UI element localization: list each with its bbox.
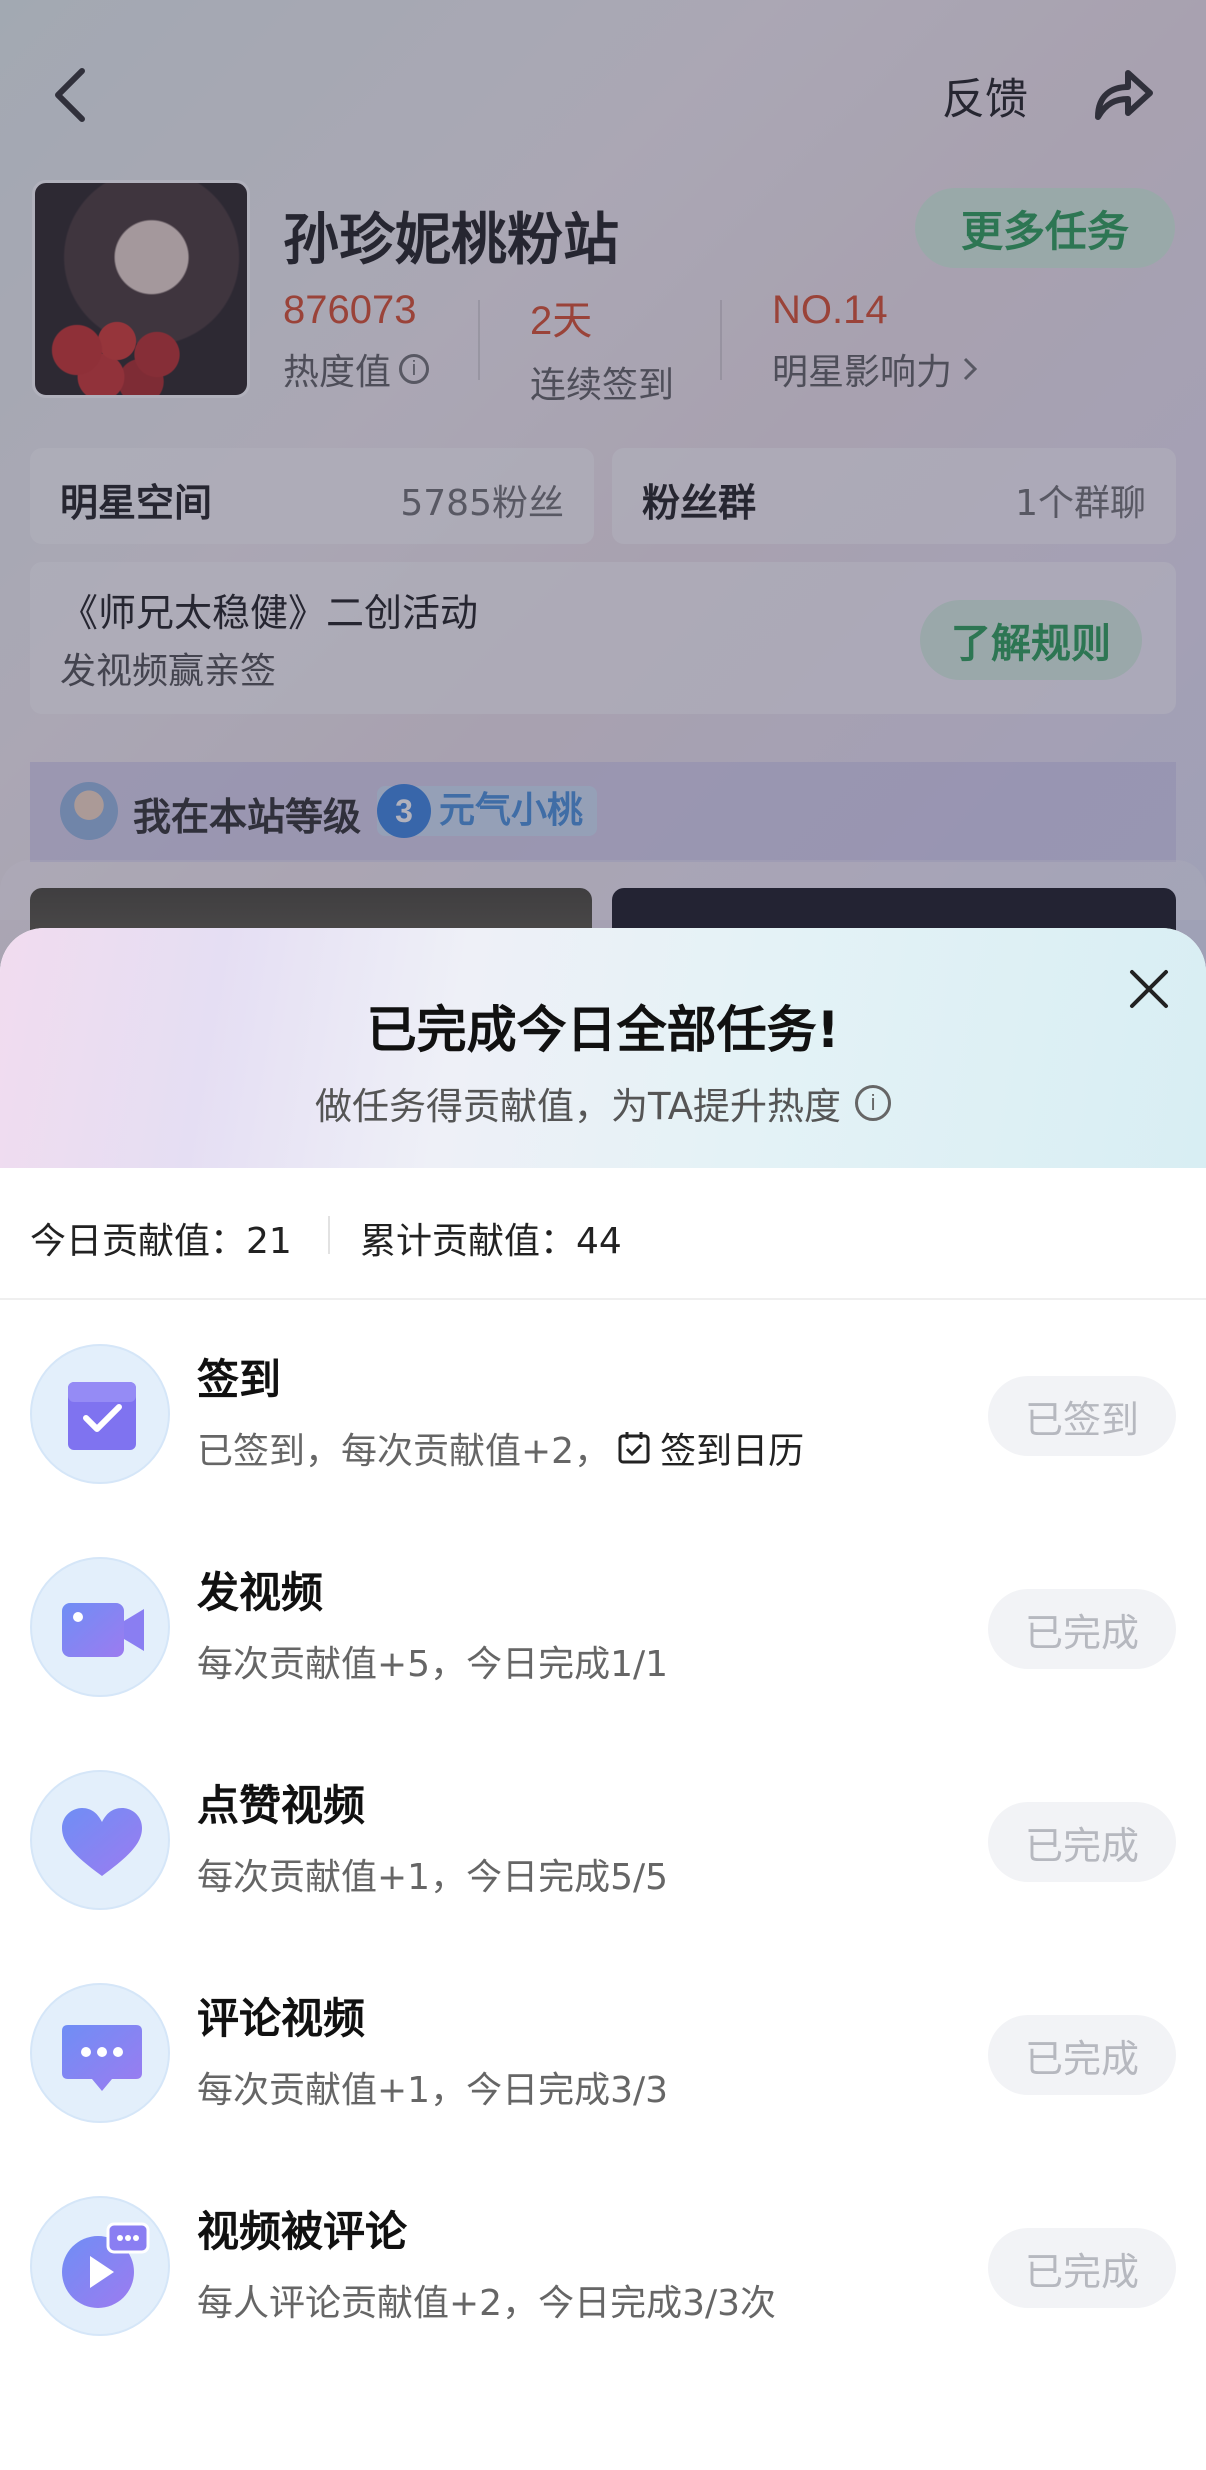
task-name: 视频被评论 bbox=[197, 2207, 408, 2256]
contribution-summary: 今日贡献值：21 累计贡献值：44 bbox=[0, 1168, 1206, 1300]
task-desc-text: 每次贡献值+5，今日完成1/1 bbox=[197, 1644, 669, 1685]
task-name: 发视频 bbox=[197, 1568, 324, 1617]
sheet-subtitle-text: 做任务得贡献值，为TA提升热度 bbox=[314, 1085, 842, 1128]
task-desc: 每次贡献值+1，今日完成5/5 bbox=[197, 1848, 668, 1900]
task-status-button[interactable]: 已完成 bbox=[988, 2015, 1176, 2095]
calendar-check-icon bbox=[618, 1432, 650, 1464]
sheet-subtitle: 做任务得贡献值，为TA提升热度 i bbox=[0, 1076, 1206, 1130]
task-sheet: 已完成今日全部任务! 做任务得贡献值，为TA提升热度 i 今日贡献值：21 累计… bbox=[0, 928, 1206, 2470]
task-desc: 已签到，每次贡献值+2， 签到日历 bbox=[197, 1422, 804, 1474]
video-comment-icon bbox=[62, 2222, 150, 2308]
task-icon-wrap bbox=[30, 1983, 170, 2123]
task-icon-wrap bbox=[30, 2196, 170, 2336]
close-button[interactable] bbox=[1124, 964, 1174, 1014]
video-camera-icon bbox=[62, 1603, 144, 1657]
task-desc: 每次贡献值+5，今日完成1/1 bbox=[197, 1635, 668, 1687]
task-desc: 每次贡献值+1，今日完成3/3 bbox=[197, 2061, 668, 2113]
checkbox-icon bbox=[68, 1382, 136, 1450]
task-status-button[interactable]: 已完成 bbox=[988, 2228, 1176, 2308]
sheet-title: 已完成今日全部任务! bbox=[366, 1001, 840, 1059]
task-row-like-video: 点赞视频 每次贡献值+1，今日完成5/5 已完成 bbox=[0, 1764, 1206, 1914]
heart-icon bbox=[62, 1808, 142, 1876]
task-status-button[interactable]: 已签到 bbox=[988, 1376, 1176, 1456]
comment-icon bbox=[62, 2025, 142, 2091]
task-name: 签到 bbox=[197, 1355, 282, 1404]
checkin-calendar-label: 签到日历 bbox=[660, 1431, 805, 1472]
task-desc: 每人评论贡献值+2，今日完成3/3次 bbox=[197, 2274, 776, 2326]
task-name: 点赞视频 bbox=[197, 1781, 366, 1830]
contribution-divider bbox=[328, 1216, 330, 1254]
today-contribution: 今日贡献值：21 bbox=[30, 1221, 292, 1262]
task-row-checkin: 签到 已签到，每次贡献值+2， 签到日历 已签到 bbox=[0, 1338, 1206, 1488]
info-icon[interactable]: i bbox=[855, 1085, 892, 1121]
task-icon-wrap bbox=[30, 1770, 170, 1910]
close-icon bbox=[1130, 970, 1168, 1008]
task-status-button[interactable]: 已完成 bbox=[988, 1589, 1176, 1669]
task-desc-text: 每次贡献值+1，今日完成5/5 bbox=[197, 1857, 669, 1898]
task-row-post-video: 发视频 每次贡献值+5，今日完成1/1 已完成 bbox=[0, 1551, 1206, 1701]
checkin-calendar-link[interactable]: 签到日历 bbox=[616, 1422, 804, 1474]
task-desc-text: 已签到，每次贡献值+2， bbox=[197, 1431, 611, 1472]
task-desc-text: 每人评论贡献值+2，今日完成3/3次 bbox=[197, 2283, 777, 2324]
task-row-comment-video: 评论视频 每次贡献值+1，今日完成3/3 已完成 bbox=[0, 1977, 1206, 2127]
sheet-header: 已完成今日全部任务! 做任务得贡献值，为TA提升热度 i bbox=[0, 928, 1206, 1168]
task-status-button[interactable]: 已完成 bbox=[988, 1802, 1176, 1882]
task-name: 评论视频 bbox=[197, 1994, 366, 2043]
task-icon-wrap bbox=[30, 1344, 170, 1484]
total-contribution: 累计贡献值：44 bbox=[360, 1221, 622, 1262]
task-icon-wrap bbox=[30, 1557, 170, 1697]
task-desc-text: 每次贡献值+1，今日完成3/3 bbox=[197, 2070, 669, 2111]
task-row-video-commented: 视频被评论 每人评论贡献值+2，今日完成3/3次 已完成 bbox=[0, 2190, 1206, 2340]
